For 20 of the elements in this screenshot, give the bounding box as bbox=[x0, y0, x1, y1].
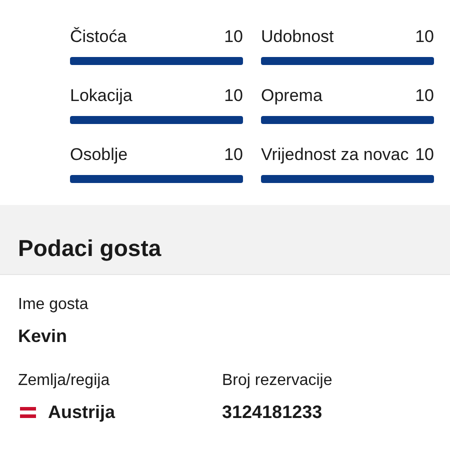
rating-score: 10 bbox=[224, 26, 243, 48]
rating-score: 10 bbox=[224, 85, 243, 107]
rating-score: 10 bbox=[224, 144, 243, 166]
rating-label: Vrijednost za novac bbox=[261, 144, 409, 166]
field-label: Ime gosta bbox=[18, 295, 90, 315]
rating-label: Lokacija bbox=[70, 85, 132, 107]
booking-number: 3124181233 bbox=[222, 401, 324, 423]
field-label: Zemlja/regija bbox=[18, 371, 111, 391]
guest-name: Kevin bbox=[18, 325, 68, 347]
section-title: Podaci gosta bbox=[18, 235, 162, 261]
rating-score: 10 bbox=[415, 85, 434, 107]
field-label: Broj rezervacije bbox=[222, 371, 334, 391]
rating-label: Čistoća bbox=[70, 26, 127, 48]
rating-label: Udobnost bbox=[261, 26, 334, 48]
flag-icon bbox=[20, 406, 36, 418]
rating-score: 10 bbox=[415, 144, 434, 166]
rating-label: Osoblje bbox=[70, 144, 128, 166]
rating-score: 10 bbox=[415, 26, 434, 48]
rating-label: Oprema bbox=[261, 85, 322, 107]
country-value: Austrija bbox=[48, 401, 116, 423]
